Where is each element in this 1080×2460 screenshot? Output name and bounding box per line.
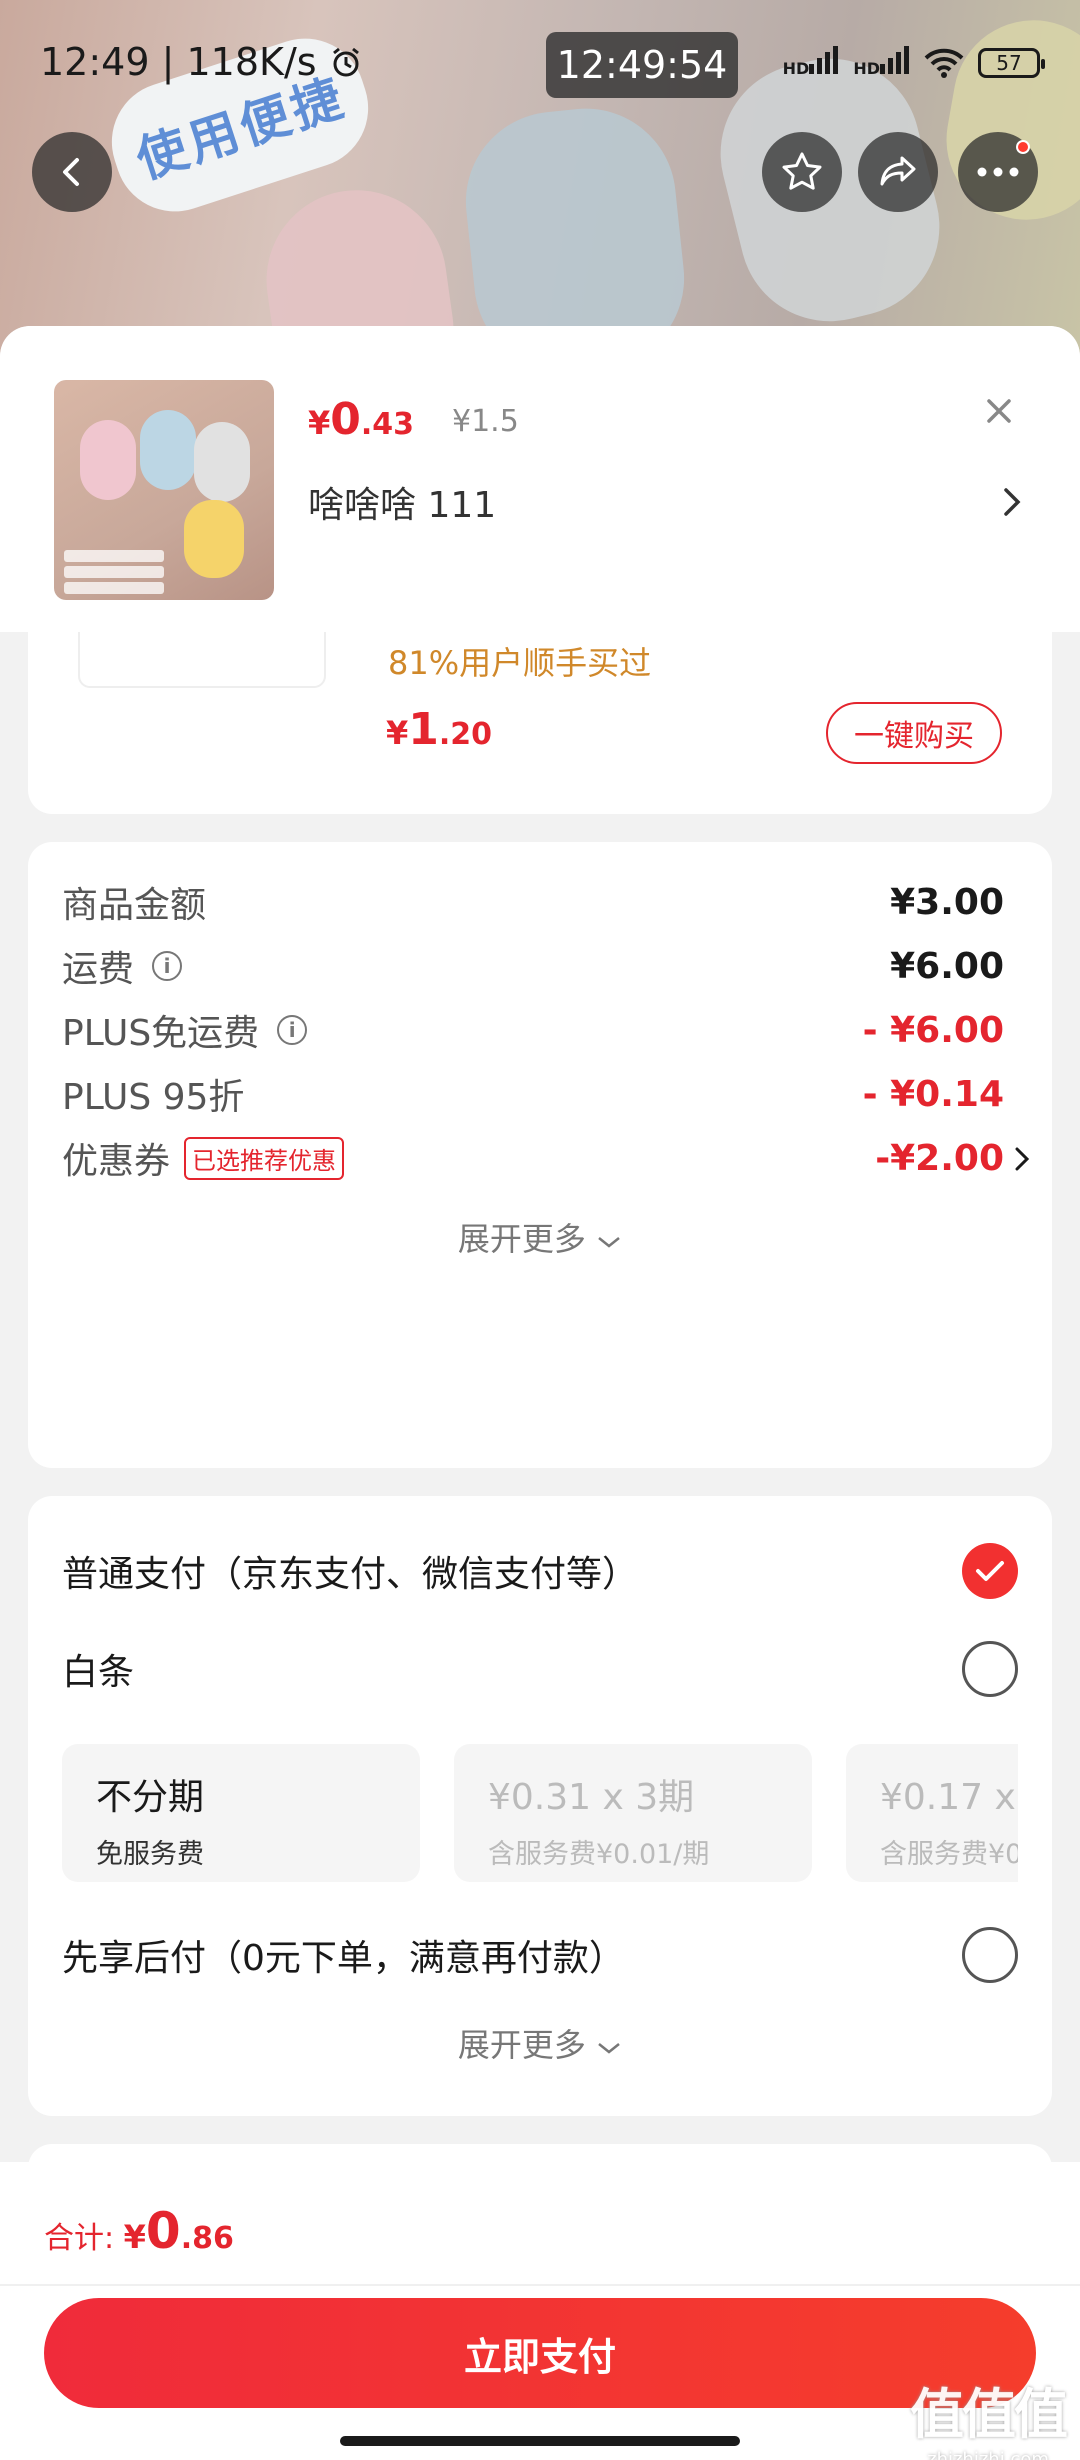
recommend-price: ¥1.20 [386,704,493,755]
system-icons: HD HD 57 [783,46,1045,80]
chevron-right-icon[interactable] [1000,484,1024,520]
price-label: 商品金额 [62,885,207,926]
notification-dot [1016,140,1030,154]
back-arrow-icon [63,158,79,186]
watermark-text: 值值值 [910,2383,1068,2446]
chevron-right-icon[interactable] [1014,1146,1030,1172]
thumbnail-line [64,550,164,562]
home-indicator[interactable] [340,2436,740,2446]
installment-sub: 含服务费¥0.01/期 [488,1839,710,1870]
expand-more-button[interactable]: 展开更多 [28,2020,1052,2066]
price-row-plus-discount: PLUS 95折 - ¥0.14 [62,1064,1004,1124]
order-total: 合计: ¥0.86 [44,2202,234,2260]
expand-more-button[interactable]: 展开更多 [28,1214,1052,1260]
product-spec[interactable]: 啥啥啥 111 [308,476,496,528]
chevron-down-icon [598,2043,620,2054]
thumbnail-line [64,566,164,578]
thumbnail-line [64,582,164,594]
chevron-down-icon [598,1237,620,1248]
info-icon[interactable]: i [152,951,183,981]
coupon-badge: 已选推荐优惠 [184,1136,345,1180]
one-click-buy-button[interactable]: 一键购买 [826,702,1002,764]
back-button[interactable] [32,132,112,212]
status-bar: 12:49 | 118K/s 12:49:54 HD HD 57 [0,32,1080,100]
checkout-sheet: 81%用户顺手买过 ¥1.20 一键购买 ¥0.43 ¥1.5 啥啥啥 111 … [0,326,1080,2460]
clock-overlay: 12:49:54 [546,32,738,98]
thumbnail-item [194,422,250,502]
divider [0,2284,1080,2286]
price-row-shipping: 运费 i ¥6.00 [62,936,1004,996]
price-row-plus-free-shipping: PLUS免运费 i - ¥6.00 [62,1000,1004,1060]
share-button[interactable] [858,132,938,212]
thumbnail-item [80,420,136,500]
pay-now-button[interactable]: 立即支付 [44,2298,1036,2408]
pay-option-pay-later[interactable]: 先享后付（0元下单，满意再付款） [62,1920,1018,1990]
favorite-button[interactable] [762,132,842,212]
price-row-goods: 商品金额 ¥3.00 [62,872,1004,932]
price-details-card: 商品金额 ¥3.00 运费 i ¥6.00 PLUS免运费 i - ¥6.00 … [28,842,1052,1468]
price-value: ¥6.00 [890,945,1004,987]
wifi-icon [924,48,964,78]
installment-title: 不分期 [96,1777,205,1818]
more-button[interactable] [958,132,1038,212]
pay-option-label: 先享后付（0元下单，满意再付款） [62,1938,625,1979]
share-icon [880,156,916,186]
price-label: PLUS免运费 [62,1013,260,1054]
price-value: -¥2.00 [875,1137,1004,1179]
alarm-icon [332,47,359,77]
status-time: 12:49 | 118K/s [40,40,363,84]
thumbnail-item [184,500,244,578]
price-value: ¥3.00 [890,881,1004,923]
price-row-coupon[interactable]: 优惠券 已选推荐优惠 -¥2.00 [62,1128,1030,1188]
installment-option[interactable]: ¥0.31 x 3期 含服务费¥0.01/期 [454,1744,812,1882]
watermark-logo: 值值值 zhizhizhi.com [910,2370,1068,2460]
price-label: PLUS 95折 [62,1077,245,1118]
price-label: 运费 [62,949,135,990]
close-icon[interactable] [974,386,1024,436]
recommend-tag: 81%用户顺手买过 [388,644,652,682]
product-price: ¥0.43 [308,394,415,445]
product-photo-item [456,99,694,360]
battery-icon: 57 [978,48,1045,78]
signal-icon: HD [853,46,910,80]
more-dots-icon [977,167,1019,177]
price-value: - ¥6.00 [862,1009,1004,1051]
installment-title: ¥0.31 x 3期 [488,1777,695,1818]
installment-sub: 免服务费 [96,1839,204,1870]
watermark-url: zhizhizhi.com [927,2449,1049,2460]
installment-option[interactable]: ¥0.17 x 6期 含服务费¥0.01/期 [846,1744,1018,1882]
price-label: 优惠券 [62,1141,171,1182]
expand-label: 展开更多 [457,2026,586,2064]
installment-title: ¥0.17 x 6期 [880,1777,1018,1818]
original-price: ¥1.5 [452,404,519,439]
signal-icon: HD [783,46,840,80]
product-header: ¥0.43 ¥1.5 啥啥啥 111 [0,326,1080,632]
product-thumbnail [54,380,274,600]
thumbnail-item [140,410,196,490]
star-icon [782,152,822,190]
installment-option[interactable]: 不分期 免服务费 [62,1744,420,1882]
expand-label: 展开更多 [457,1220,586,1258]
payment-methods-card: 普通支付（京东支付、微信支付等） 白条 不分期 免服务费 ¥0.31 x 3期 … [28,1496,1052,2116]
radio-unselected[interactable] [962,1927,1018,1983]
installment-sub: 含服务费¥0.01/期 [880,1839,1018,1870]
info-icon[interactable]: i [277,1015,308,1045]
price-value: - ¥0.14 [862,1073,1004,1115]
